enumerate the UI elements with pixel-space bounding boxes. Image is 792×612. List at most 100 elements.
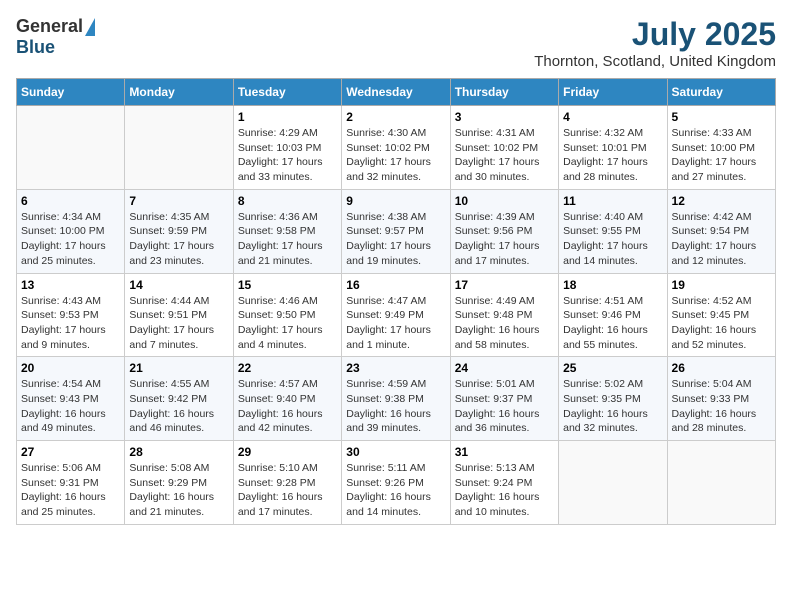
weekday-header: Saturday	[667, 79, 775, 106]
calendar-day-cell: 26 Sunrise: 5:04 AM Sunset: 9:33 PM Dayli…	[667, 357, 775, 441]
day-info: Sunrise: 4:49 AM Sunset: 9:48 PM Dayligh…	[455, 294, 554, 353]
day-number: 4	[563, 110, 662, 124]
day-number: 23	[346, 361, 445, 375]
weekday-header: Monday	[125, 79, 233, 106]
day-number: 28	[129, 445, 228, 459]
calendar-day-cell: 6 Sunrise: 4:34 AM Sunset: 10:00 PM Dayli…	[17, 189, 125, 273]
day-info: Sunrise: 4:55 AM Sunset: 9:42 PM Dayligh…	[129, 377, 228, 436]
day-info: Sunrise: 5:02 AM Sunset: 9:35 PM Dayligh…	[563, 377, 662, 436]
day-info: Sunrise: 4:52 AM Sunset: 9:45 PM Dayligh…	[672, 294, 771, 353]
day-number: 27	[21, 445, 120, 459]
day-number: 5	[672, 110, 771, 124]
calendar-day-cell: 25 Sunrise: 5:02 AM Sunset: 9:35 PM Dayli…	[559, 357, 667, 441]
calendar-day-cell: 20 Sunrise: 4:54 AM Sunset: 9:43 PM Dayli…	[17, 357, 125, 441]
logo-blue-text: Blue	[16, 37, 55, 58]
calendar-week-row: 27 Sunrise: 5:06 AM Sunset: 9:31 PM Dayli…	[17, 441, 776, 525]
day-number: 13	[21, 278, 120, 292]
day-info: Sunrise: 4:40 AM Sunset: 9:55 PM Dayligh…	[563, 210, 662, 269]
day-number: 25	[563, 361, 662, 375]
calendar-day-cell: 23 Sunrise: 4:59 AM Sunset: 9:38 PM Dayli…	[342, 357, 450, 441]
calendar-day-cell: 14 Sunrise: 4:44 AM Sunset: 9:51 PM Dayli…	[125, 273, 233, 357]
day-info: Sunrise: 4:44 AM Sunset: 9:51 PM Dayligh…	[129, 294, 228, 353]
location-title: Thornton, Scotland, United Kingdom	[534, 53, 776, 70]
calendar-day-cell: 19Sunrise: 4:52 AM Sunset: 9:45 PM Dayli…	[667, 273, 775, 357]
calendar-day-cell: 2 Sunrise: 4:30 AM Sunset: 10:02 PM Dayli…	[342, 106, 450, 190]
calendar-day-cell: 10 Sunrise: 4:39 AM Sunset: 9:56 PM Dayli…	[450, 189, 558, 273]
day-info: Sunrise: 4:47 AM Sunset: 9:49 PM Dayligh…	[346, 294, 445, 353]
weekday-header: Friday	[559, 79, 667, 106]
day-number: 21	[129, 361, 228, 375]
day-number: 11	[563, 194, 662, 208]
calendar-week-row: 6 Sunrise: 4:34 AM Sunset: 10:00 PM Dayli…	[17, 189, 776, 273]
calendar-day-cell: 15 Sunrise: 4:46 AM Sunset: 9:50 PM Dayli…	[233, 273, 341, 357]
day-info: Sunrise: 4:43 AM Sunset: 9:53 PM Dayligh…	[21, 294, 120, 353]
logo-general-text: General	[16, 16, 83, 37]
day-info: Sunrise: 4:54 AM Sunset: 9:43 PM Dayligh…	[21, 377, 120, 436]
day-number: 6	[21, 194, 120, 208]
day-number: 12	[672, 194, 771, 208]
day-number: 31	[455, 445, 554, 459]
day-info: Sunrise: 4:38 AM Sunset: 9:57 PM Dayligh…	[346, 210, 445, 269]
day-info: Sunrise: 4:46 AM Sunset: 9:50 PM Dayligh…	[238, 294, 337, 353]
day-number: 15	[238, 278, 337, 292]
calendar-day-cell: 5 Sunrise: 4:33 AM Sunset: 10:00 PM Dayli…	[667, 106, 775, 190]
day-info: Sunrise: 4:30 AM Sunset: 10:02 PM Daylig…	[346, 126, 445, 185]
day-info: Sunrise: 4:39 AM Sunset: 9:56 PM Dayligh…	[455, 210, 554, 269]
calendar-week-row: 20 Sunrise: 4:54 AM Sunset: 9:43 PM Dayli…	[17, 357, 776, 441]
day-info: Sunrise: 5:04 AM Sunset: 9:33 PM Dayligh…	[672, 377, 771, 436]
day-info: Sunrise: 4:33 AM Sunset: 10:00 PM Daylig…	[672, 126, 771, 185]
calendar-day-cell: 12 Sunrise: 4:42 AM Sunset: 9:54 PM Dayli…	[667, 189, 775, 273]
day-info: Sunrise: 4:32 AM Sunset: 10:01 PM Daylig…	[563, 126, 662, 185]
day-number: 22	[238, 361, 337, 375]
day-number: 10	[455, 194, 554, 208]
calendar-day-cell: 16 Sunrise: 4:47 AM Sunset: 9:49 PM Dayli…	[342, 273, 450, 357]
day-info: Sunrise: 4:42 AM Sunset: 9:54 PM Dayligh…	[672, 210, 771, 269]
weekday-header: Thursday	[450, 79, 558, 106]
day-info: Sunrise: 5:10 AM Sunset: 9:28 PM Dayligh…	[238, 461, 337, 520]
day-info: Sunrise: 5:13 AM Sunset: 9:24 PM Dayligh…	[455, 461, 554, 520]
calendar-day-cell: 29 Sunrise: 5:10 AM Sunset: 9:28 PM Dayli…	[233, 441, 341, 525]
day-info: Sunrise: 4:29 AM Sunset: 10:03 PM Daylig…	[238, 126, 337, 185]
calendar-day-cell: 4 Sunrise: 4:32 AM Sunset: 10:01 PM Dayli…	[559, 106, 667, 190]
day-info: Sunrise: 4:31 AM Sunset: 10:02 PM Daylig…	[455, 126, 554, 185]
calendar-day-cell: 17 Sunrise: 4:49 AM Sunset: 9:48 PM Dayli…	[450, 273, 558, 357]
day-number: 24	[455, 361, 554, 375]
day-info: Sunrise: 4:59 AM Sunset: 9:38 PM Dayligh…	[346, 377, 445, 436]
day-number: 16	[346, 278, 445, 292]
calendar-day-cell: 30 Sunrise: 5:11 AM Sunset: 9:26 PM Dayli…	[342, 441, 450, 525]
day-number: 20	[21, 361, 120, 375]
day-info: Sunrise: 4:34 AM Sunset: 10:00 PM Daylig…	[21, 210, 120, 269]
day-info: Sunrise: 4:51 AM Sunset: 9:46 PM Dayligh…	[563, 294, 662, 353]
calendar-day-cell	[667, 441, 775, 525]
calendar-day-cell: 9 Sunrise: 4:38 AM Sunset: 9:57 PM Daylig…	[342, 189, 450, 273]
day-number: 29	[238, 445, 337, 459]
day-info: Sunrise: 5:06 AM Sunset: 9:31 PM Dayligh…	[21, 461, 120, 520]
day-number: 1	[238, 110, 337, 124]
day-info: Sunrise: 5:08 AM Sunset: 9:29 PM Dayligh…	[129, 461, 228, 520]
calendar-day-cell: 28 Sunrise: 5:08 AM Sunset: 9:29 PM Dayli…	[125, 441, 233, 525]
day-info: Sunrise: 4:35 AM Sunset: 9:59 PM Dayligh…	[129, 210, 228, 269]
calendar-week-row: 13 Sunrise: 4:43 AM Sunset: 9:53 PM Dayli…	[17, 273, 776, 357]
logo: General Blue	[16, 16, 95, 58]
weekday-header: Tuesday	[233, 79, 341, 106]
calendar-day-cell: 7Sunrise: 4:35 AM Sunset: 9:59 PM Daylig…	[125, 189, 233, 273]
day-number: 17	[455, 278, 554, 292]
day-number: 14	[129, 278, 228, 292]
day-number: 3	[455, 110, 554, 124]
day-info: Sunrise: 5:11 AM Sunset: 9:26 PM Dayligh…	[346, 461, 445, 520]
calendar-day-cell: 24 Sunrise: 5:01 AM Sunset: 9:37 PM Dayli…	[450, 357, 558, 441]
day-number: 30	[346, 445, 445, 459]
day-info: Sunrise: 5:01 AM Sunset: 9:37 PM Dayligh…	[455, 377, 554, 436]
day-number: 26	[672, 361, 771, 375]
calendar-day-cell: 1 Sunrise: 4:29 AM Sunset: 10:03 PM Dayli…	[233, 106, 341, 190]
day-number: 2	[346, 110, 445, 124]
calendar-day-cell: 31 Sunrise: 5:13 AM Sunset: 9:24 PM Dayli…	[450, 441, 558, 525]
calendar-day-cell: 11 Sunrise: 4:40 AM Sunset: 9:55 PM Dayli…	[559, 189, 667, 273]
calendar-day-cell	[559, 441, 667, 525]
calendar-day-cell: 8Sunrise: 4:36 AM Sunset: 9:58 PM Daylig…	[233, 189, 341, 273]
day-number: 9	[346, 194, 445, 208]
calendar-day-cell	[125, 106, 233, 190]
calendar-day-cell	[17, 106, 125, 190]
weekday-header: Wednesday	[342, 79, 450, 106]
calendar-week-row: 1 Sunrise: 4:29 AM Sunset: 10:03 PM Dayli…	[17, 106, 776, 190]
